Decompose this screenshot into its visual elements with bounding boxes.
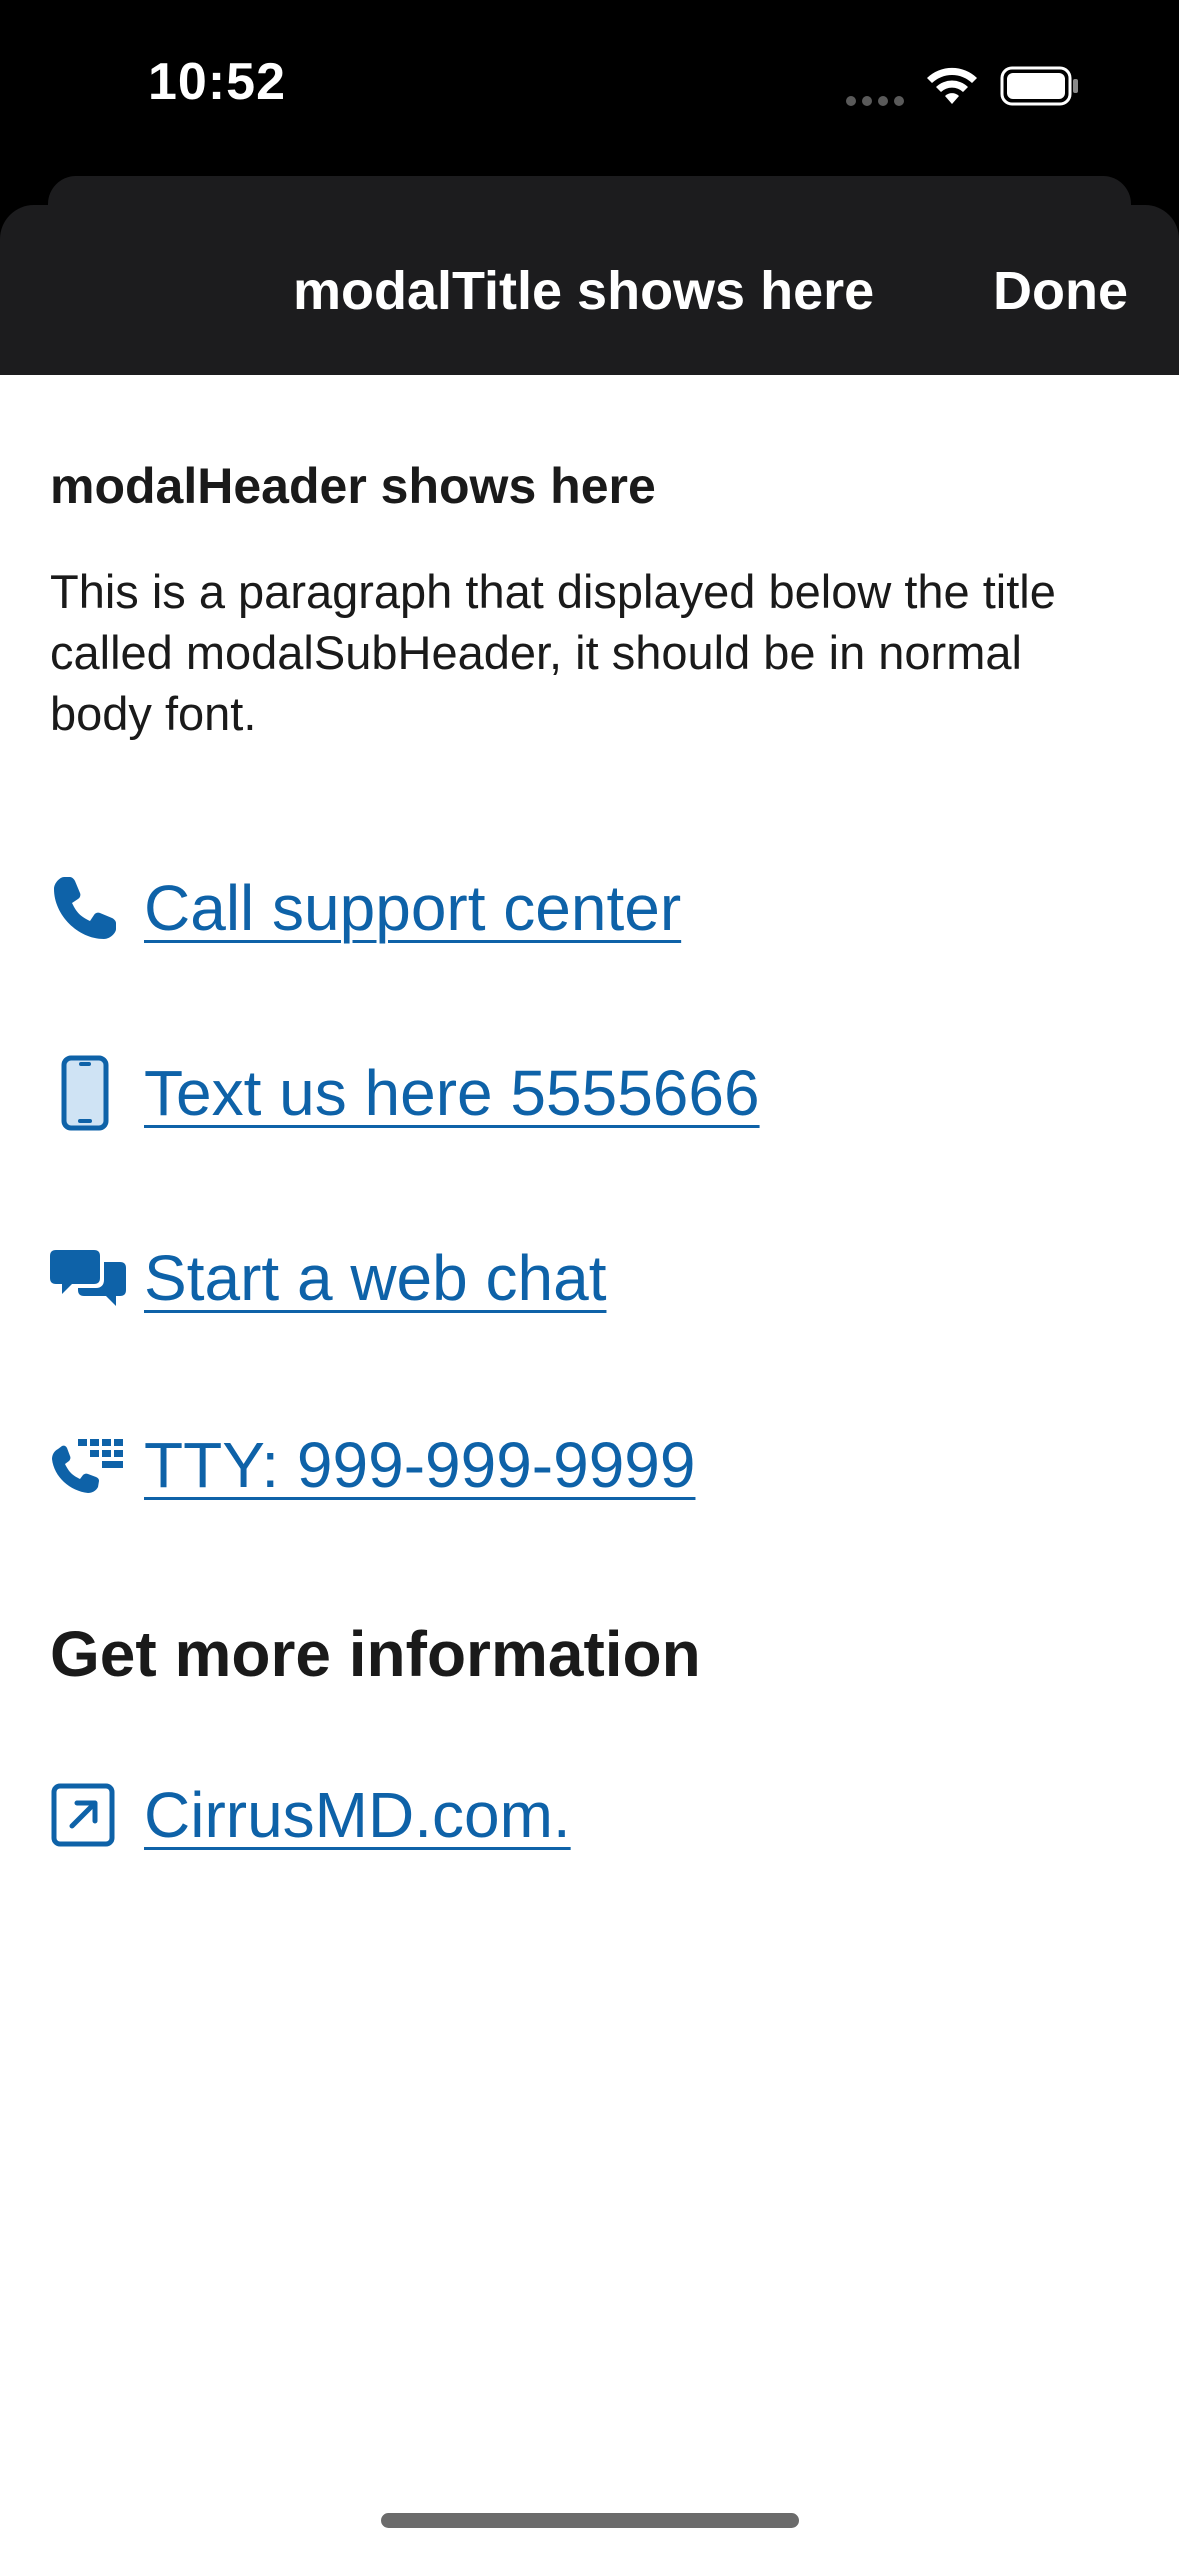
modal-nav-bar: modalTitle shows here Done — [0, 205, 1179, 375]
web-chat-link[interactable]: Start a web chat — [50, 1240, 606, 1316]
modal-title: modalTitle shows here — [293, 261, 875, 321]
web-chat-label[interactable]: Start a web chat — [144, 1241, 606, 1315]
tty-label[interactable]: TTY: 999-999-9999 — [144, 1428, 695, 1502]
text-us-label[interactable]: Text us here 5555666 — [144, 1056, 760, 1130]
status-bar: 10:52 — [0, 0, 1179, 175]
wifi-icon — [927, 67, 977, 104]
call-support-label[interactable]: Call support center — [144, 871, 681, 945]
phone-icon — [50, 870, 126, 946]
status-time: 10:52 — [148, 53, 286, 111]
more-info-heading: Get more information — [50, 1618, 701, 1690]
cirrusmd-link[interactable]: CirrusMD.com. — [50, 1777, 571, 1853]
modal-content: modalHeader shows here This is a paragra… — [0, 375, 1179, 2556]
modal-header: modalHeader shows here — [50, 458, 656, 514]
cellular-signal-icon — [846, 96, 904, 106]
tty-link[interactable]: TTY: 999-999-9999 — [50, 1427, 695, 1503]
home-indicator[interactable] — [381, 2513, 799, 2528]
external-link-icon — [50, 1777, 126, 1853]
text-us-link[interactable]: Text us here 5555666 — [50, 1055, 760, 1131]
mobile-phone-icon — [50, 1055, 126, 1131]
cirrusmd-label[interactable]: CirrusMD.com. — [144, 1778, 571, 1852]
modal-subheader: This is a paragraph that displayed below… — [50, 565, 1056, 740]
battery-icon — [1000, 66, 1078, 106]
tty-phone-icon — [50, 1427, 126, 1503]
call-support-link[interactable]: Call support center — [50, 870, 681, 946]
chat-bubbles-icon — [50, 1240, 126, 1316]
done-button[interactable]: Done — [993, 260, 1128, 322]
